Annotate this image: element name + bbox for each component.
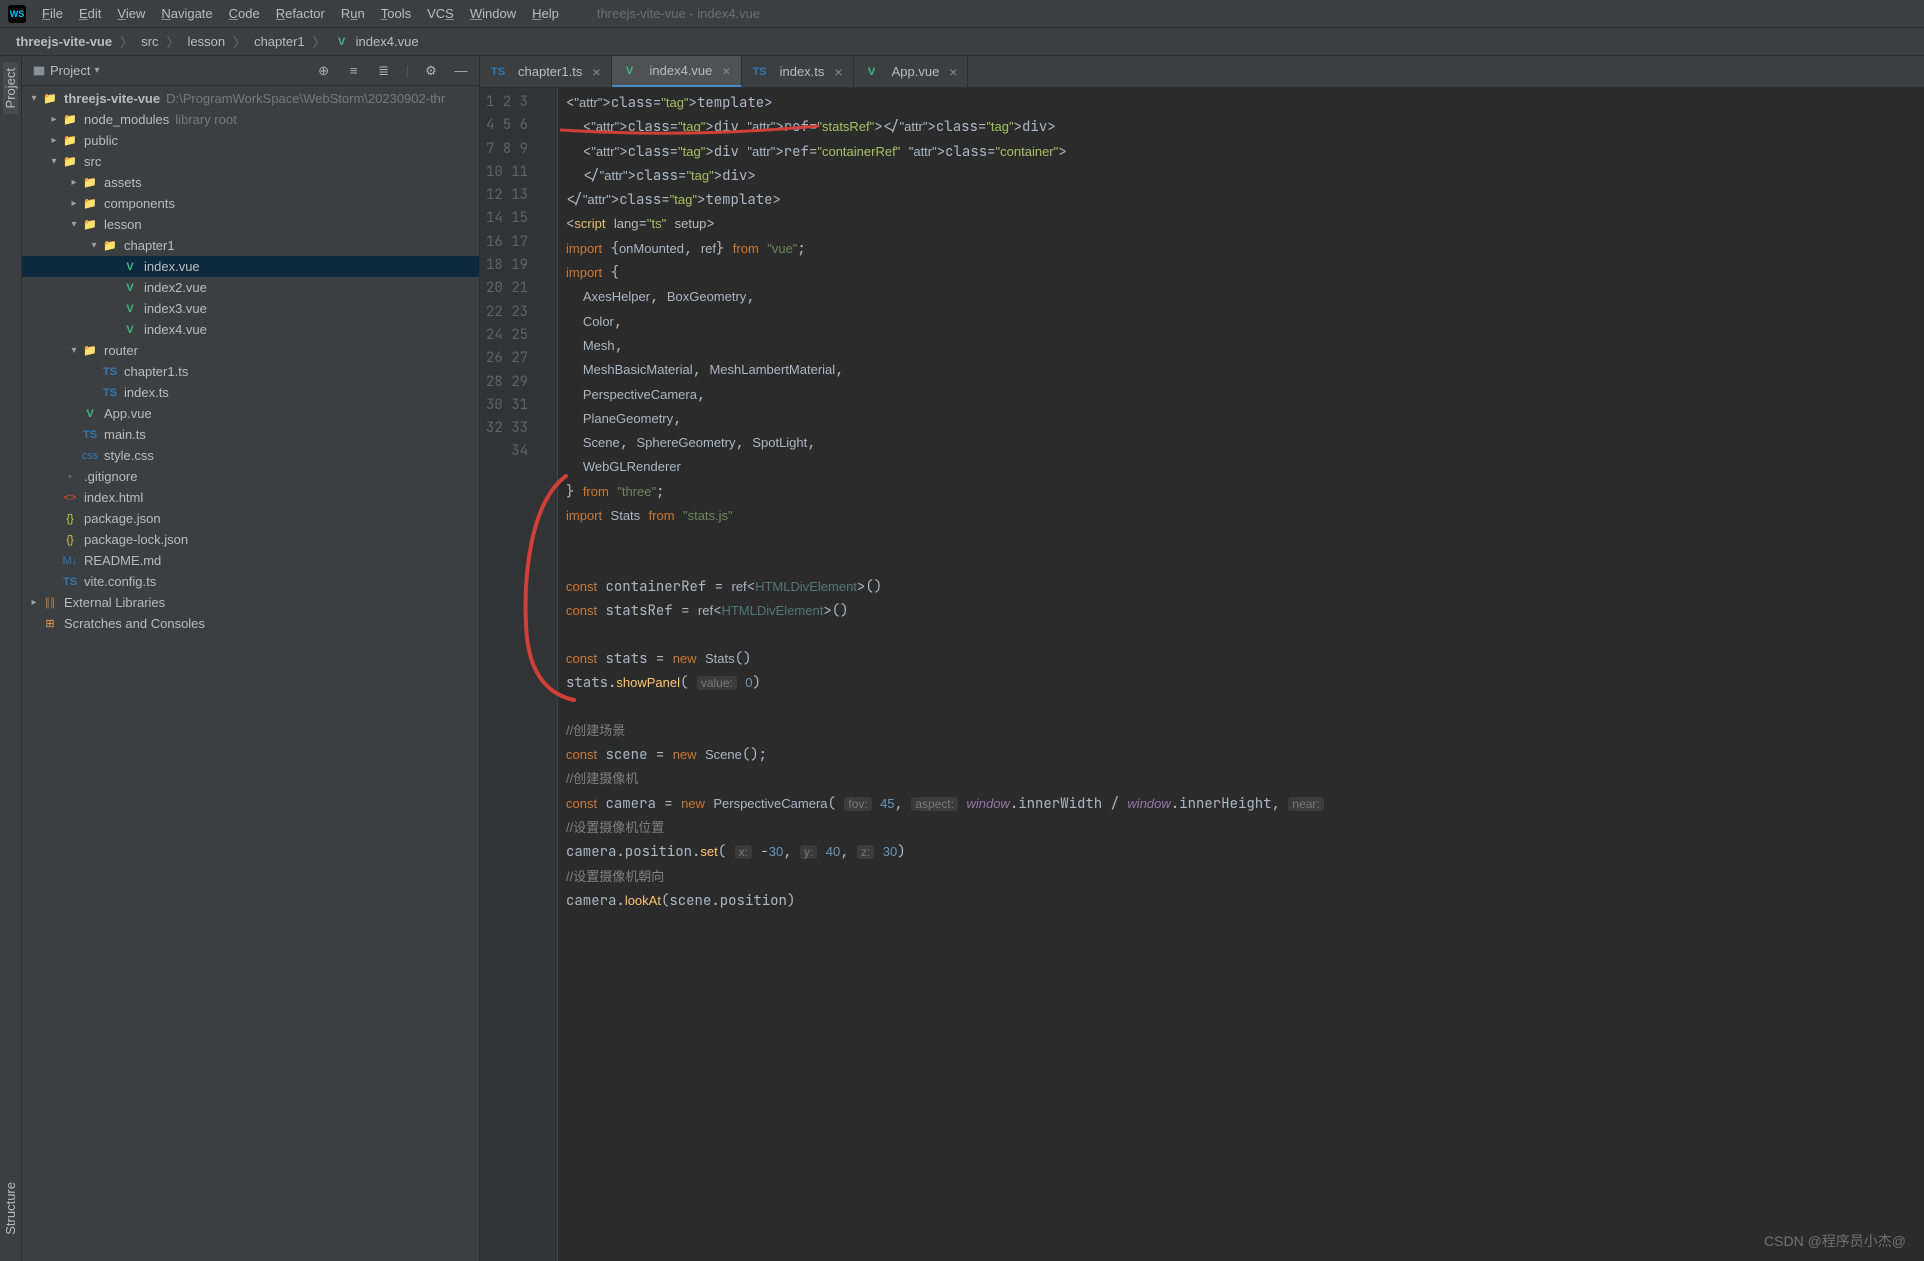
menu-bar: WS File Edit View Navigate Code Refactor… xyxy=(0,0,1924,28)
webstorm-icon: WS xyxy=(8,5,26,23)
tree-index3-vue[interactable]: Vindex3.vue xyxy=(22,298,479,319)
window-title: threejs-vite-vue - index4.vue xyxy=(567,6,760,21)
tree-index4-vue[interactable]: Vindex4.vue xyxy=(22,319,479,340)
menu-file[interactable]: File xyxy=(34,0,71,27)
crumb-file[interactable]: Vindex4.vue xyxy=(328,34,425,50)
menu-run[interactable]: Run xyxy=(333,0,373,27)
chevron-right-icon: 〉 xyxy=(231,32,248,51)
menu-tools[interactable]: Tools xyxy=(373,0,419,27)
breadcrumb-bar: threejs-vite-vue 〉 src 〉 lesson 〉 chapte… xyxy=(0,28,1924,56)
tree-package-json[interactable]: {}package.json xyxy=(22,508,479,529)
tree-index-vue[interactable]: Vindex.vue xyxy=(22,256,479,277)
project-dropdown[interactable]: Project ▾ xyxy=(32,63,100,78)
tree-chapter1[interactable]: ▾📁chapter1 xyxy=(22,235,479,256)
tree-chapter1-ts[interactable]: TSchapter1.ts xyxy=(22,361,479,382)
menu-help[interactable]: Help xyxy=(524,0,567,27)
select-opened-file-icon[interactable]: ⊕ xyxy=(316,63,332,79)
menu-window[interactable]: Window xyxy=(462,0,524,27)
close-icon[interactable]: × xyxy=(949,64,957,80)
tree-scratches[interactable]: ⊞Scratches and Consoles xyxy=(22,613,479,634)
tree-lesson[interactable]: ▾📁lesson xyxy=(22,214,479,235)
settings-gear-icon[interactable]: ⚙ xyxy=(423,63,439,79)
tab-app-vue[interactable]: VApp.vue× xyxy=(854,56,969,87)
toolwindow-tab-project[interactable]: Project xyxy=(3,62,18,114)
project-pane-header: Project ▾ ⊕ ≡ ≣ | ⚙ — xyxy=(22,56,479,86)
crumb-src[interactable]: src xyxy=(135,34,164,49)
chevron-right-icon: 〉 xyxy=(311,32,328,51)
code-editor[interactable]: 1 2 3 4 5 6 7 8 9 10 11 12 13 14 15 16 1… xyxy=(480,88,1924,1261)
menu-code[interactable]: Code xyxy=(221,0,268,27)
tree-app-vue[interactable]: VApp.vue xyxy=(22,403,479,424)
menu-navigate[interactable]: Navigate xyxy=(153,0,220,27)
tree-package-lock[interactable]: {}package-lock.json xyxy=(22,529,479,550)
close-icon[interactable]: × xyxy=(722,63,730,79)
menu-view[interactable]: View xyxy=(109,0,153,27)
tree-index-html[interactable]: <>index.html xyxy=(22,487,479,508)
editor-tabs: TSchapter1.ts× Vindex4.vue× TSindex.ts× … xyxy=(480,56,1924,88)
menu-vcs[interactable]: VCS xyxy=(419,0,462,27)
toolwindow-tab-structure[interactable]: Structure xyxy=(3,1176,18,1241)
code-content[interactable]: <"attr">class="tag">template> <"attr">cl… xyxy=(558,88,1924,1261)
chevron-right-icon: 〉 xyxy=(164,32,181,51)
tree-node-modules[interactable]: ▸📁node_moduleslibrary root xyxy=(22,109,479,130)
close-icon[interactable]: × xyxy=(592,64,600,80)
fold-gutter[interactable] xyxy=(538,88,558,1261)
crumb-lesson[interactable]: lesson xyxy=(181,34,231,49)
close-icon[interactable]: × xyxy=(834,64,842,80)
menu-refactor[interactable]: Refactor xyxy=(268,0,333,27)
watermark-text: CSDN @程序员小杰@ xyxy=(1764,1231,1906,1251)
crumb-root[interactable]: threejs-vite-vue xyxy=(10,34,118,49)
toolwindow-stripe-left: Project Structure xyxy=(0,56,22,1261)
tree-main-ts[interactable]: TSmain.ts xyxy=(22,424,479,445)
project-pane: Project ▾ ⊕ ≡ ≣ | ⚙ — ▾📁threejs-vite-vue… xyxy=(22,56,480,1261)
project-tree[interactable]: ▾📁threejs-vite-vueD:\ProgramWorkSpace\We… xyxy=(22,86,479,1261)
expand-all-icon[interactable]: ≡ xyxy=(346,63,362,79)
tree-assets[interactable]: ▸📁assets xyxy=(22,172,479,193)
crumb-chapter1[interactable]: chapter1 xyxy=(248,34,311,49)
tree-readme[interactable]: M↓README.md xyxy=(22,550,479,571)
tab-index-ts[interactable]: TSindex.ts× xyxy=(742,56,854,87)
tree-router[interactable]: ▾📁router xyxy=(22,340,479,361)
tab-index4-vue[interactable]: Vindex4.vue× xyxy=(612,56,742,87)
tree-public[interactable]: ▸📁public xyxy=(22,130,479,151)
tree-gitignore[interactable]: ◦.gitignore xyxy=(22,466,479,487)
tree-root[interactable]: ▾📁threejs-vite-vueD:\ProgramWorkSpace\We… xyxy=(22,88,479,109)
tree-style-css[interactable]: cssstyle.css xyxy=(22,445,479,466)
tree-vite-config[interactable]: TSvite.config.ts xyxy=(22,571,479,592)
tab-chapter1-ts[interactable]: TSchapter1.ts× xyxy=(480,56,612,87)
hide-icon[interactable]: — xyxy=(453,63,469,79)
tree-index2-vue[interactable]: Vindex2.vue xyxy=(22,277,479,298)
main-layout: Project Structure Project ▾ ⊕ ≡ ≣ | ⚙ — … xyxy=(0,56,1924,1261)
line-number-gutter[interactable]: 1 2 3 4 5 6 7 8 9 10 11 12 13 14 15 16 1… xyxy=(480,88,538,1261)
collapse-all-icon[interactable]: ≣ xyxy=(376,63,392,79)
tree-components[interactable]: ▸📁components xyxy=(22,193,479,214)
menu-edit[interactable]: Edit xyxy=(71,0,109,27)
editor-area: TSchapter1.ts× Vindex4.vue× TSindex.ts× … xyxy=(480,56,1924,1261)
tree-src[interactable]: ▾📁src xyxy=(22,151,479,172)
chevron-right-icon: 〉 xyxy=(118,32,135,51)
tree-router-index-ts[interactable]: TSindex.ts xyxy=(22,382,479,403)
tree-external-libraries[interactable]: ▸∥∥External Libraries xyxy=(22,592,479,613)
